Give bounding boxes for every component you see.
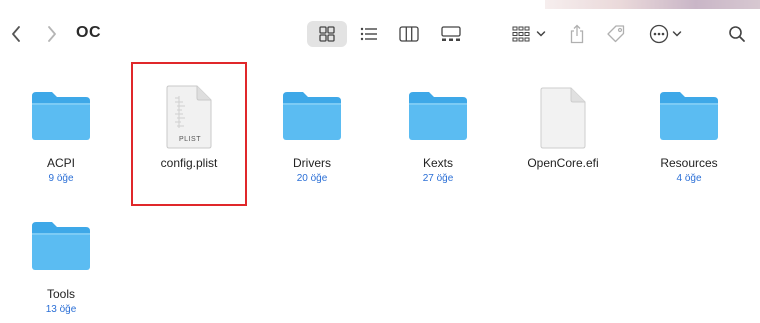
window-title: OC	[76, 24, 101, 41]
more-actions-button[interactable]	[644, 21, 686, 47]
item-name: Resources	[660, 156, 718, 170]
ellipsis-circle-icon	[649, 24, 668, 44]
finder-toolbar: OC	[0, 0, 760, 68]
group-by-icon	[512, 26, 530, 42]
share-icon	[570, 24, 584, 44]
folder-icon	[32, 92, 90, 140]
column-view-button[interactable]	[390, 21, 428, 47]
item-name: Drivers	[293, 156, 331, 170]
folder-item-acpi[interactable]: ACPI 9 öğe	[6, 80, 116, 190]
item-count: 4 öğe	[676, 173, 702, 184]
item-name: Tools	[46, 287, 75, 301]
group-by-button[interactable]	[508, 21, 550, 47]
share-button[interactable]	[565, 21, 589, 47]
search-icon	[729, 26, 745, 42]
grid-icon	[319, 26, 335, 42]
selection-highlight-outline	[131, 62, 247, 206]
folder-icon	[660, 92, 718, 140]
item-count: 20 öğe	[296, 173, 328, 184]
chevron-down-icon	[672, 31, 681, 37]
list-view-button[interactable]	[350, 21, 388, 47]
folder-item-resources[interactable]: Resources 4 öğe	[634, 80, 744, 190]
item-name: OpenCore.efi	[527, 156, 599, 170]
search-button[interactable]	[724, 21, 750, 47]
file-item-opencore-efi[interactable]: OpenCore.efi	[508, 80, 618, 190]
item-count: 9 öğe	[48, 173, 74, 184]
item-name: Kexts	[422, 156, 453, 170]
folder-icon	[409, 92, 467, 140]
icon-view-button[interactable]	[307, 21, 347, 47]
item-count: 27 öğe	[422, 173, 454, 184]
tag-icon	[607, 25, 625, 43]
item-count: 13 öğe	[45, 304, 77, 315]
chevron-right-icon	[48, 26, 56, 42]
forward-button[interactable]	[40, 22, 64, 46]
document-icon	[540, 87, 586, 149]
gallery-view-button[interactable]	[431, 21, 471, 47]
back-button[interactable]	[4, 22, 28, 46]
chevron-left-icon	[12, 26, 20, 42]
item-name: ACPI	[46, 156, 75, 170]
list-icon	[360, 27, 377, 41]
tag-button[interactable]	[603, 21, 629, 47]
folder-icon	[32, 222, 90, 270]
chevron-down-icon	[536, 31, 546, 37]
folder-icon	[283, 92, 341, 140]
gallery-icon	[441, 26, 461, 41]
folder-item-kexts[interactable]: Kexts 27 öğe	[383, 80, 493, 190]
folder-item-drivers[interactable]: Drivers 20 öğe	[257, 80, 367, 190]
columns-icon	[399, 26, 419, 42]
folder-item-tools[interactable]: Tools 13 öğe	[6, 210, 116, 320]
desktop-wallpaper-strip	[545, 0, 760, 9]
